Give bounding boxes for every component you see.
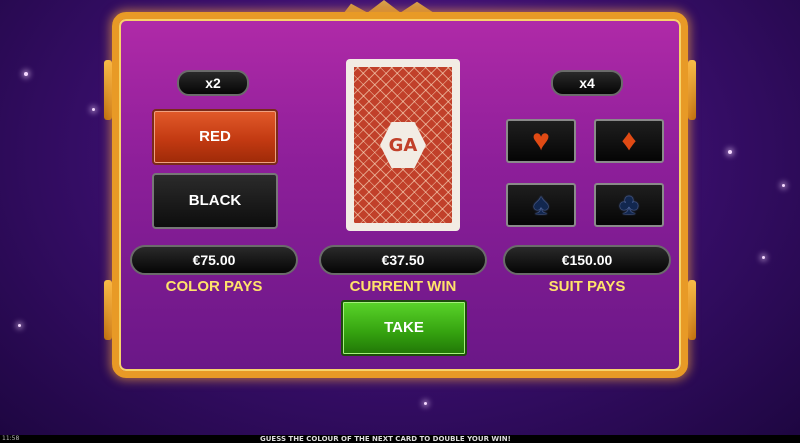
- color-multiplier-badge: x2: [177, 70, 249, 96]
- suit-pays-label: SUIT PAYS: [548, 278, 626, 295]
- hearts-button[interactable]: ♥: [506, 119, 576, 163]
- spades-button[interactable]: ♠: [506, 183, 576, 227]
- clubs-button[interactable]: ♣: [594, 183, 664, 227]
- card-back-pattern: GA: [354, 67, 452, 223]
- heart-icon: ♥: [532, 124, 550, 157]
- suit-pays-amount: €150.00: [503, 245, 671, 275]
- red-button[interactable]: RED: [152, 109, 278, 165]
- face-down-card: GA: [346, 59, 460, 231]
- sparkle: [728, 150, 732, 154]
- black-button[interactable]: BLACK: [152, 173, 278, 229]
- spade-icon: ♠: [533, 188, 549, 221]
- sparkle: [782, 184, 785, 187]
- game-stage: x2 RED BLACK €75.00 COLOR PAYS GA €37.50…: [0, 0, 800, 443]
- current-win-amount: €37.50: [319, 245, 487, 275]
- frame-side-tab: [104, 60, 112, 120]
- status-bar: 11:58 GUESS THE COLOUR OF THE NEXT CARD …: [0, 435, 800, 443]
- color-pays-label: COLOR PAYS: [165, 278, 263, 295]
- color-pays-amount: €75.00: [130, 245, 298, 275]
- instruction-message: GUESS THE COLOUR OF THE NEXT CARD TO DOU…: [260, 435, 511, 443]
- sparkle: [24, 72, 28, 76]
- suit-multiplier-badge: x4: [551, 70, 623, 96]
- sparkle: [18, 324, 21, 327]
- club-icon: ♣: [619, 188, 639, 221]
- diamond-icon: ♦: [621, 124, 637, 157]
- sparkle: [92, 108, 95, 111]
- sparkle: [762, 256, 765, 259]
- sparkle: [424, 402, 427, 405]
- diamonds-button[interactable]: ♦: [594, 119, 664, 163]
- frame-side-tab: [688, 280, 696, 340]
- clock-time: 11:58: [2, 435, 20, 442]
- ga-logo-icon: GA: [380, 122, 426, 168]
- current-win-label: CURRENT WIN: [349, 278, 457, 295]
- frame-side-tab: [688, 60, 696, 120]
- take-button[interactable]: TAKE: [341, 300, 467, 356]
- frame-side-tab: [104, 280, 112, 340]
